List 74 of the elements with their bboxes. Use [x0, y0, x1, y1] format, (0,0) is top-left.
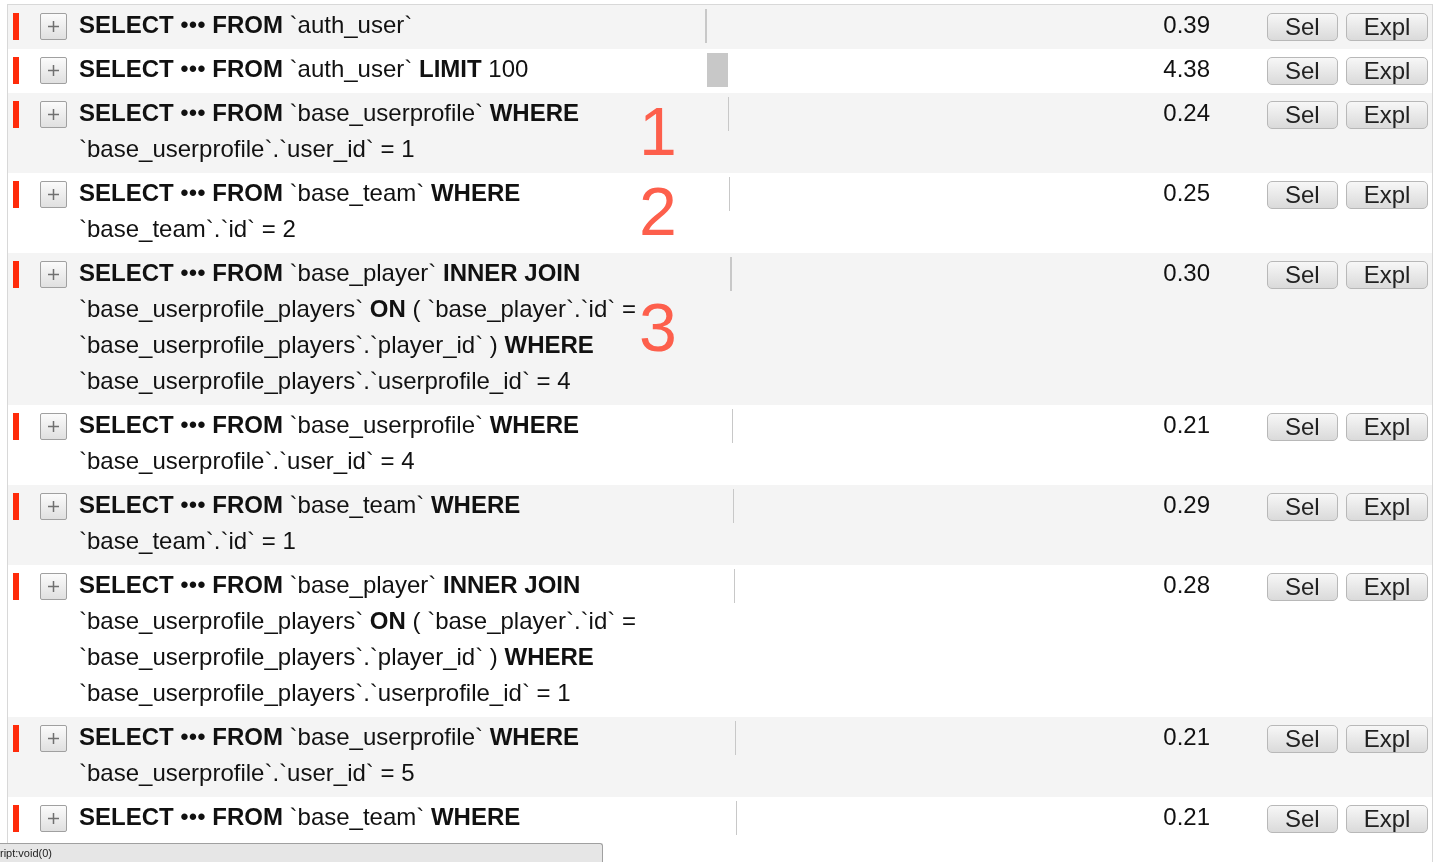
annotation-number: 2 [639, 177, 677, 245]
select-button[interactable]: Sel [1267, 413, 1338, 441]
explain-button[interactable]: Expl [1345, 805, 1429, 833]
query-time: 0.21 [1162, 802, 1210, 832]
plus-icon [48, 109, 59, 120]
plus-icon [48, 733, 59, 744]
explain-button[interactable]: Expl [1345, 493, 1429, 521]
sql-query: SELECT ••• FROM `base_team` WHERE `base_team`.`id` = 2 [79, 178, 522, 244]
query-time: 0.21 [1162, 722, 1210, 752]
plus-icon [48, 813, 59, 824]
expand-button[interactable] [40, 573, 67, 600]
query-time: 0.24 [1162, 98, 1210, 128]
explain-button[interactable]: Expl [1345, 181, 1429, 209]
sql-query: SELECT ••• FROM `base_team` WHERE [79, 802, 522, 832]
expand-button[interactable] [40, 57, 67, 84]
timeline-bar [730, 257, 732, 291]
timeline-bar [736, 801, 738, 835]
plus-icon [48, 581, 59, 592]
annotation-number: 1 [639, 97, 677, 165]
select-button[interactable]: Sel [1267, 261, 1338, 289]
query-time: 0.29 [1162, 490, 1210, 520]
query-time: 4.38 [1162, 54, 1210, 84]
timeline-bar [731, 409, 733, 443]
select-button[interactable]: Sel [1267, 57, 1338, 85]
timeline-bar [734, 569, 736, 603]
timeline-bar [735, 721, 737, 755]
select-button[interactable]: Sel [1267, 573, 1338, 601]
select-button[interactable]: Sel [1267, 13, 1338, 41]
expand-button[interactable] [40, 261, 67, 288]
sql-query: SELECT ••• FROM `auth_user` [79, 10, 414, 40]
sql-query: SELECT ••• FROM `auth_user` LIMIT 100 [79, 54, 530, 84]
explain-button[interactable]: Expl [1345, 13, 1429, 41]
expand-button[interactable] [40, 493, 67, 520]
plus-icon [48, 189, 59, 200]
explain-button[interactable]: Expl [1345, 261, 1429, 289]
query-time: 0.25 [1162, 178, 1210, 208]
query-time: 0.30 [1162, 258, 1210, 288]
expand-button[interactable] [40, 13, 67, 40]
expand-button[interactable] [40, 805, 67, 832]
select-button[interactable]: Sel [1267, 725, 1338, 753]
expand-button[interactable] [40, 101, 67, 128]
plus-icon [48, 501, 59, 512]
timeline-bar [705, 9, 707, 43]
query-time: 0.28 [1162, 570, 1210, 600]
sql-query: SELECT ••• FROM `base_userprofile` WHERE `base_userprofile`.`user_id` = 5 [79, 722, 580, 788]
explain-button[interactable]: Expl [1345, 101, 1429, 129]
select-button[interactable]: Sel [1267, 101, 1338, 129]
sql-query: SELECT ••• FROM `base_userprofile` WHERE `base_userprofile`.`user_id` = 1 [79, 98, 580, 164]
explain-button[interactable]: Expl [1345, 413, 1429, 441]
sql-query: SELECT ••• FROM `base_player` INNER JOIN `base_userprofile_players` ON ( `base_player`.`id` = `base_userprofile_players`.`player_id` ) WHERE `base_userprofile_players`.`userprofile_id` = 1 [79, 570, 637, 708]
expand-button[interactable] [40, 725, 67, 752]
query-time: 0.21 [1162, 410, 1210, 440]
timeline-bar [706, 53, 728, 87]
expand-button[interactable] [40, 413, 67, 440]
timeline-bar [732, 489, 735, 523]
timeline-bar [729, 177, 731, 211]
url-status-bar: ript:void(0) [0, 843, 603, 862]
sql-query: SELECT ••• FROM `base_team` WHERE `base_team`.`id` = 1 [79, 490, 522, 556]
timeline-bar [727, 97, 730, 131]
sql-query: SELECT ••• FROM `base_userprofile` WHERE `base_userprofile`.`user_id` = 4 [79, 410, 580, 476]
select-button[interactable]: Sel [1267, 493, 1338, 521]
select-button[interactable]: Sel [1267, 805, 1338, 833]
annotation-number: 3 [639, 293, 677, 361]
expand-button[interactable] [40, 181, 67, 208]
plus-icon [48, 421, 59, 432]
select-button[interactable]: Sel [1267, 181, 1338, 209]
query-time: 0.39 [1162, 10, 1210, 40]
plus-icon [48, 269, 59, 280]
explain-button[interactable]: Expl [1345, 573, 1429, 601]
sql-query: SELECT ••• FROM `base_player` INNER JOIN `base_userprofile_players` ON ( `base_player`.`id` = `base_userprofile_players`.`player_id` ) WHERE `base_userprofile_players`.`userprofile_id` = 4 [79, 258, 637, 396]
plus-icon [48, 21, 59, 32]
explain-button[interactable]: Expl [1345, 57, 1429, 85]
explain-button[interactable]: Expl [1345, 725, 1429, 753]
plus-icon [48, 65, 59, 76]
